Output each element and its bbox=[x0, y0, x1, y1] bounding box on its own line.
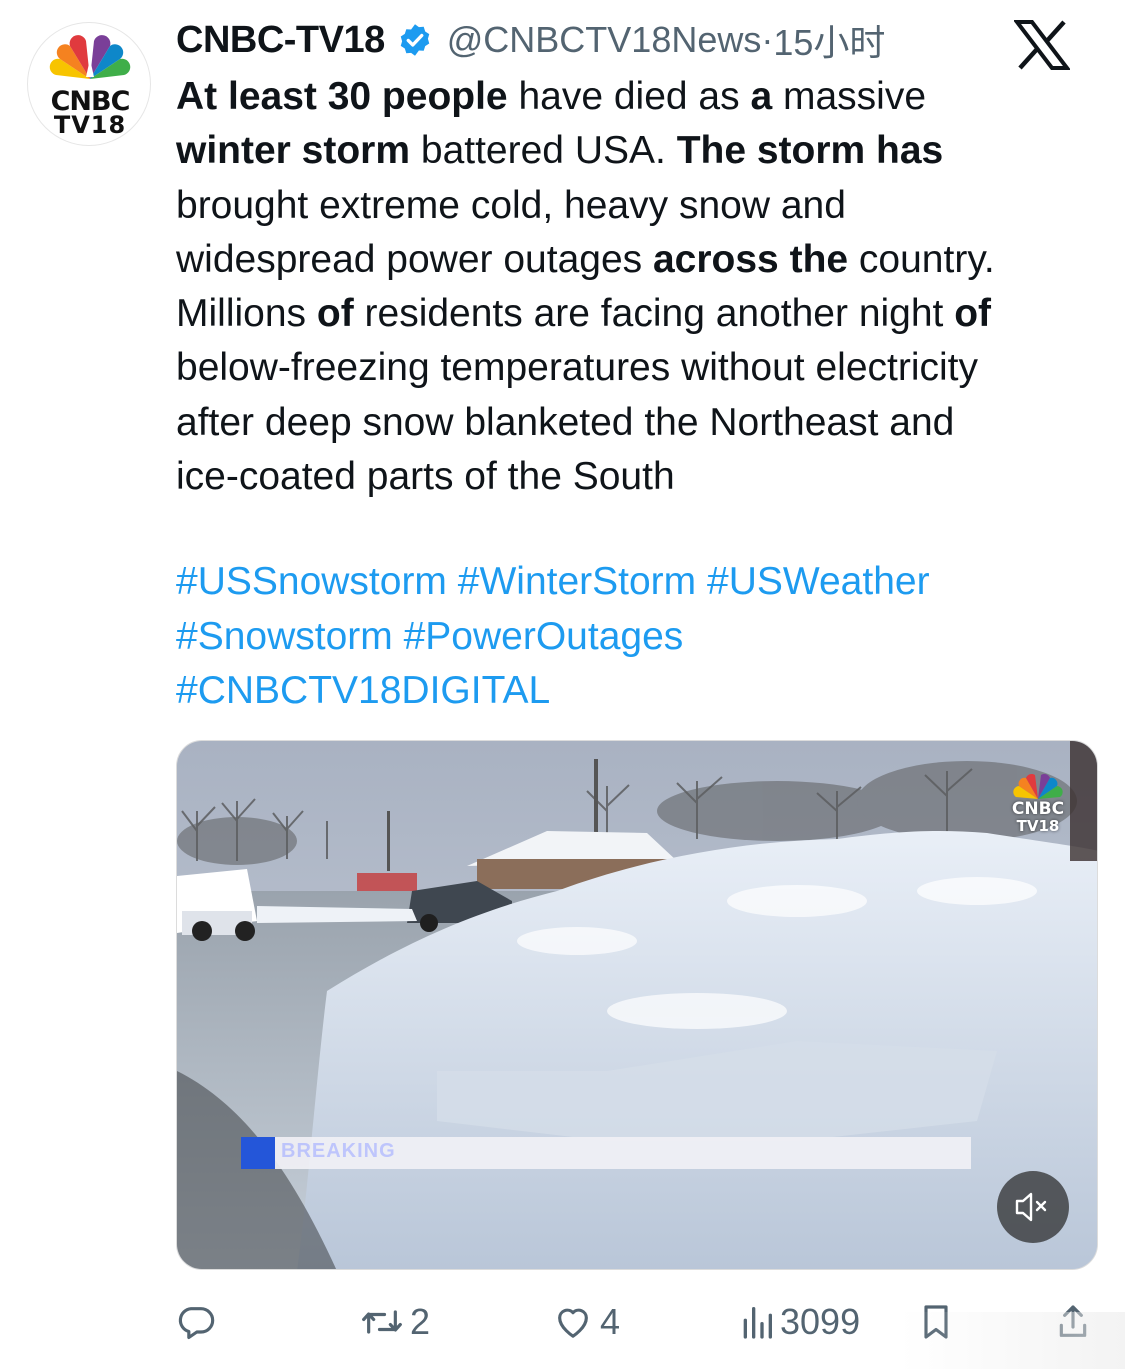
tweet-text-run: massive bbox=[772, 75, 927, 118]
tweet-text-bold-run: a bbox=[750, 75, 773, 118]
tweet-text-line: widespread power outages across the coun… bbox=[176, 233, 1106, 287]
hashtag-link[interactable]: #WinterStorm bbox=[458, 560, 696, 603]
hashtag-link[interactable]: #CNBCTV18DIGITAL bbox=[176, 669, 550, 712]
snow-scene-image bbox=[177, 741, 1097, 1269]
tweet-text-line: ice-coated parts of the South bbox=[176, 450, 1106, 504]
tweet-text: At least 30 people have died as a massiv… bbox=[176, 70, 1106, 504]
video-watermark-logo: CNBC TV18 bbox=[1003, 769, 1073, 839]
tweet-text-run: have died as bbox=[507, 75, 751, 118]
tweet-timestamp[interactable]: 15小时 bbox=[773, 14, 885, 66]
verified-badge-icon bbox=[400, 24, 429, 56]
header-separator: · bbox=[761, 19, 774, 60]
hashtag-line: #Snowstorm #PowerOutages bbox=[176, 610, 930, 665]
hashtag-list: #USSnowstorm #WinterStorm #USWeather #Sno… bbox=[176, 555, 930, 719]
author-handle[interactable]: @CNBCTV18News bbox=[447, 19, 762, 61]
retweet-icon bbox=[362, 1310, 402, 1334]
tweet-text-run: below-freezing temperatures without elec… bbox=[176, 346, 979, 390]
tweet-text-run: brought extreme cold, heavy snow and bbox=[176, 183, 846, 227]
tweet-text-bold-run: across the bbox=[652, 237, 849, 281]
tweet-text-run: ice-coated parts of the South bbox=[176, 455, 675, 499]
tweet-text-line: Millions of residents are facing another… bbox=[176, 287, 1106, 341]
retweet-count: 2 bbox=[410, 1301, 431, 1342]
views-chart-icon bbox=[743, 1307, 772, 1339]
hashtag-link[interactable]: #PowerOutages bbox=[404, 615, 684, 658]
tweet-text-run: after deep snow blanketed the Northeast … bbox=[176, 400, 955, 444]
hashtag-link[interactable]: #USWeather bbox=[707, 560, 930, 603]
video-ticker-text: BREAKING bbox=[281, 1140, 396, 1162]
author-avatar[interactable]: CNBC TV18 bbox=[27, 22, 151, 146]
watermark-text-tv18: TV18 bbox=[1016, 817, 1060, 835]
tweet-text-run: battered USA. bbox=[410, 129, 677, 173]
x-logo-icon[interactable] bbox=[1014, 20, 1070, 70]
tweet-text-line: after deep snow blanketed the Northeast … bbox=[176, 396, 1106, 450]
peacock-watermark-icon bbox=[1013, 773, 1063, 799]
mute-button[interactable] bbox=[997, 1171, 1069, 1243]
tweet-text-line: below-freezing temperatures without elec… bbox=[176, 341, 1106, 395]
tweet-text-bold-run: winter storm bbox=[176, 129, 411, 173]
tweet-text-bold-run: of bbox=[954, 292, 992, 336]
views-button[interactable]: 3099 bbox=[740, 1292, 860, 1352]
video-progress-fill bbox=[241, 1137, 276, 1169]
hashtag-line: #CNBCTV18DIGITAL bbox=[176, 664, 930, 719]
tweet-text-bold-run: At least 30 people bbox=[176, 75, 508, 118]
tweet-text-run: Millions bbox=[176, 292, 317, 336]
hashtag-link[interactable]: #USSnowstorm bbox=[176, 560, 447, 603]
author-name[interactable]: CNBC-TV18 bbox=[176, 19, 385, 62]
hashtag-link[interactable]: #Snowstorm bbox=[176, 615, 393, 658]
like-count: 4 bbox=[600, 1301, 621, 1342]
tweet-text-line: At least 30 people have died as a massiv… bbox=[176, 70, 1106, 124]
retweet-button[interactable]: 2 bbox=[360, 1292, 430, 1352]
watermark-text-cnbc: CNBC bbox=[1011, 799, 1065, 819]
hashtag-line: #USSnowstorm #WinterStorm #USWeather bbox=[176, 555, 930, 610]
tweet-text-bold-run: The storm has bbox=[676, 129, 944, 173]
video-progress-bar[interactable]: BREAKING bbox=[241, 1137, 971, 1169]
reply-button[interactable] bbox=[176, 1292, 222, 1352]
tweet-video[interactable]: CNBC TV18 BREAKING bbox=[176, 740, 1098, 1270]
like-button[interactable]: 4 bbox=[552, 1292, 620, 1352]
tweet-text-line: winter storm battered USA. The storm has bbox=[176, 124, 1106, 178]
heart-icon bbox=[558, 1308, 588, 1338]
bottom-overlay-fade bbox=[900, 1312, 1125, 1369]
tweet-text-run: widespread power outages bbox=[176, 237, 653, 281]
tweet-text-line: brought extreme cold, heavy snow and bbox=[176, 179, 1106, 233]
volume-muted-icon bbox=[1015, 1192, 1047, 1222]
tweet-text-run: residents are facing another night bbox=[353, 292, 955, 336]
avatar-logo-text-tv18: TV18 bbox=[53, 111, 127, 139]
tweet-text-bold-run: of bbox=[316, 292, 354, 336]
reply-icon bbox=[178, 1307, 215, 1340]
tweet-header: CNBC-TV18 @CNBCTV18News · 15小时 bbox=[176, 14, 885, 66]
tweet-text-run: country. bbox=[848, 237, 995, 281]
views-count: 3099 bbox=[780, 1301, 861, 1342]
